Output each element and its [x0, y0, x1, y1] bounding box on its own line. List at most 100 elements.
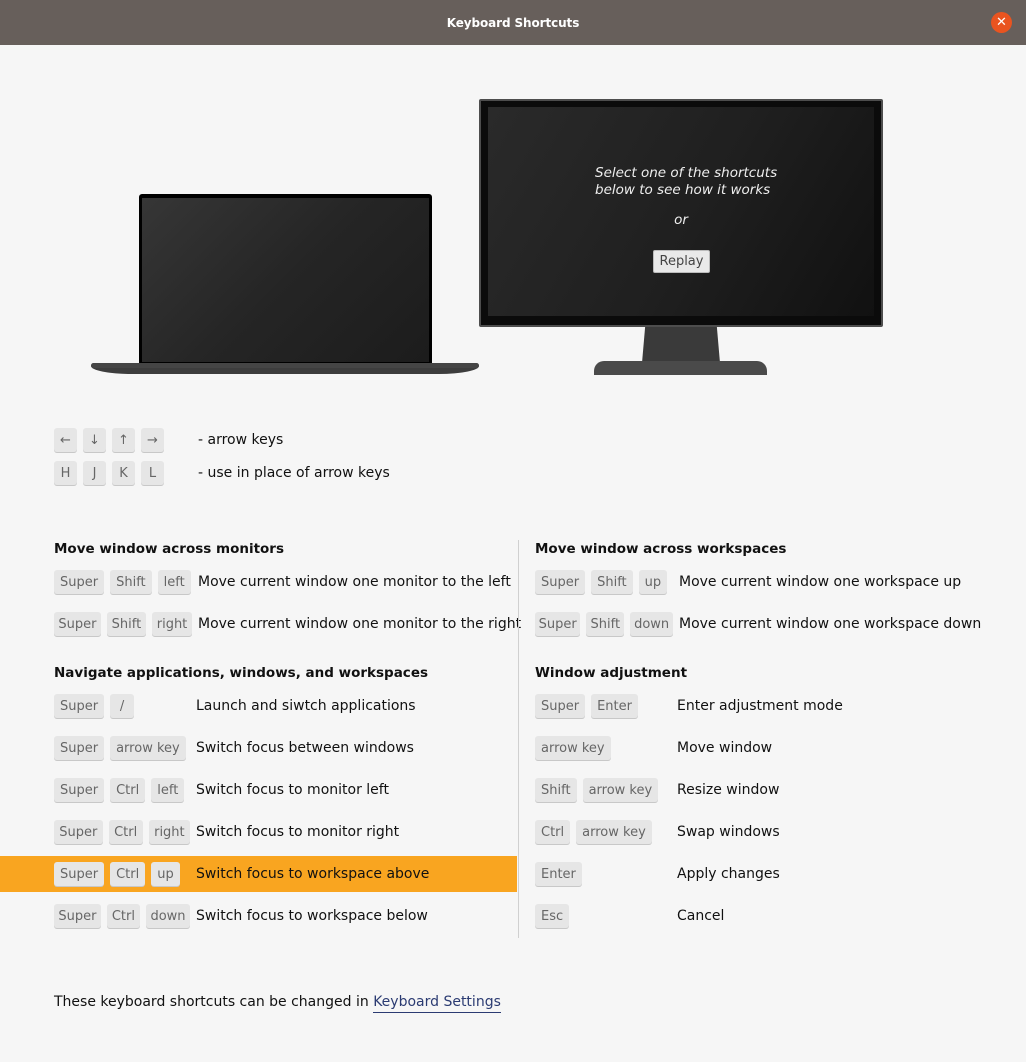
- key-cap: /: [110, 694, 135, 718]
- legend-row-hjkl: H J K L - use in place of arrow keys: [54, 461, 390, 485]
- key-cap: down: [145, 904, 190, 928]
- preview-message-line2: below to see how it works: [595, 182, 771, 198]
- shortcut-keys: Super Shift right: [54, 612, 198, 636]
- section-title: Navigate applications, windows, and work…: [54, 665, 429, 681]
- shortcut-row[interactable]: Enter Apply changes: [519, 856, 1026, 892]
- key-cap: Ctrl: [106, 904, 140, 928]
- laptop-base: [91, 363, 479, 374]
- close-button[interactable]: ✕: [991, 12, 1012, 33]
- shortcut-row[interactable]: Super Shift left Move current window one mo…: [0, 564, 517, 600]
- footer-text: These keyboard shortcuts can be changed …: [54, 994, 374, 1010]
- key-cap: Esc: [535, 904, 570, 928]
- key-legend: ← ↓ ↑ → - arrow keys H J K L - use in pl…: [54, 428, 390, 485]
- shortcut-description: Move window: [677, 740, 773, 756]
- key-down-arrow: ↓: [83, 428, 106, 452]
- key-right-arrow: →: [141, 428, 164, 452]
- key-cap: down: [630, 612, 673, 636]
- key-cap: Ctrl: [110, 862, 146, 886]
- preview-or: or: [674, 212, 688, 228]
- close-icon: ✕: [996, 15, 1007, 30]
- key-h: H: [54, 461, 77, 485]
- legend-row-arrows: ← ↓ ↑ → - arrow keys: [54, 428, 390, 452]
- key-cap: Super: [54, 694, 105, 718]
- shortcut-row[interactable]: Ctrl arrow key Swap windows: [519, 814, 1026, 850]
- shortcut-row[interactable]: Super / Launch and siwtch applications: [0, 688, 517, 724]
- replay-button[interactable]: Replay: [653, 250, 710, 273]
- shortcut-row[interactable]: Super Ctrl down Switch focus to workspace b…: [0, 898, 517, 934]
- key-cap: Super: [54, 736, 105, 760]
- section-title: Move window across workspaces: [535, 541, 787, 557]
- shortcut-description: Move current window one workspace down: [679, 616, 982, 632]
- shortcut-keys: Super Ctrl up: [54, 862, 196, 886]
- monitor-illustration: Select one of the shortcuts below to see…: [479, 99, 883, 327]
- section-adjust: Window adjustment Super Enter Enter adjust…: [519, 664, 1026, 934]
- key-cap: up: [638, 570, 668, 594]
- key-cap: Ctrl: [108, 820, 143, 844]
- shortcut-row[interactable]: Shift arrow key Resize window: [519, 772, 1026, 808]
- section-navigate: Navigate applications, windows, and work…: [0, 664, 517, 934]
- legend-text: - arrow keys: [198, 432, 284, 448]
- shortcut-description: Switch focus to workspace above: [196, 866, 430, 882]
- title-bar: Keyboard Shortcuts ✕: [0, 0, 1026, 45]
- shortcut-description: Swap windows: [677, 824, 780, 840]
- key-cap: Super: [535, 570, 586, 594]
- shortcut-keys: Super arrow key: [54, 736, 196, 760]
- key-cap: Shift: [591, 570, 633, 594]
- key-cap: Shift: [535, 778, 577, 802]
- key-cap: left: [157, 570, 191, 594]
- key-cap: Super: [54, 612, 101, 636]
- shortcut-description: Switch focus to workspace below: [196, 908, 428, 924]
- shortcut-keys: Super Ctrl left: [54, 778, 196, 802]
- shortcut-description: Cancel: [677, 908, 725, 924]
- shortcut-description: Move current window one workspace up: [679, 574, 962, 590]
- preview-message: Select one of the shortcuts below to see…: [595, 165, 777, 199]
- key-cap: Super: [54, 778, 105, 802]
- key-cap: left: [151, 778, 185, 802]
- section-workspaces: Move window across workspaces Super Shift…: [519, 540, 1026, 642]
- key-cap: Super: [535, 612, 581, 636]
- key-cap: Enter: [535, 862, 582, 886]
- shortcut-keys: arrow key: [535, 736, 677, 760]
- key-j: J: [83, 461, 106, 485]
- key-cap: up: [151, 862, 180, 886]
- shortcut-keys: Super Enter: [535, 694, 677, 718]
- section-title: Window adjustment: [535, 665, 688, 681]
- shortcut-row[interactable]: Super Ctrl up Switch focus to workspace abo…: [0, 856, 517, 892]
- monitor-stand-foot: [594, 361, 767, 375]
- shortcut-row[interactable]: Esc Cancel: [519, 898, 1026, 934]
- shortcut-description: Move current window one monitor to the r…: [198, 616, 522, 632]
- shortcut-row[interactable]: Super Shift down Move current window one wo…: [519, 606, 1026, 642]
- shortcut-row[interactable]: Super Shift up Move current window one work…: [519, 564, 1026, 600]
- keyboard-settings-link[interactable]: Keyboard Settings: [373, 994, 501, 1013]
- shortcut-row[interactable]: Super arrow key Switch focus between windo…: [0, 730, 517, 766]
- section-monitors: Move window across monitors Super Shift le…: [0, 540, 521, 642]
- shortcut-keys: Super /: [54, 694, 196, 718]
- monitor-stand-neck: [642, 327, 720, 363]
- key-cap: Ctrl: [110, 778, 146, 802]
- key-cap: arrow key: [582, 778, 659, 802]
- shortcut-description: Resize window: [677, 782, 780, 798]
- shortcut-keys: Ctrl arrow key: [535, 820, 677, 844]
- key-l: L: [141, 461, 164, 485]
- key-cap: Shift: [586, 612, 625, 636]
- shortcut-row[interactable]: Super Ctrl right Switch focus to monitor ri…: [0, 814, 517, 850]
- legend-text: - use in place of arrow keys: [198, 465, 390, 481]
- key-cap: arrow key: [576, 820, 652, 844]
- key-cap: Shift: [110, 570, 152, 594]
- key-cap: arrow key: [535, 736, 611, 760]
- shortcut-row[interactable]: Super Enter Enter adjustment mode: [519, 688, 1026, 724]
- shortcut-description: Switch focus to monitor right: [196, 824, 400, 840]
- shortcut-keys: Super Shift down: [535, 612, 679, 636]
- monitor-screen: Select one of the shortcuts below to see…: [488, 107, 874, 316]
- shortcut-row[interactable]: Super Ctrl left Switch focus to monitor lef…: [0, 772, 517, 808]
- shortcut-description: Launch and siwtch applications: [196, 698, 416, 714]
- key-cap: Super: [535, 694, 586, 718]
- shortcut-row[interactable]: arrow key Move window: [519, 730, 1026, 766]
- shortcut-keys: Super Shift up: [535, 570, 679, 594]
- shortcut-row[interactable]: Super Shift right Move current window one m…: [0, 606, 521, 642]
- key-cap: Super: [54, 570, 105, 594]
- key-cap: Shift: [106, 612, 146, 636]
- right-column: Move window across workspaces Super Shift…: [518, 540, 1026, 938]
- key-cap: Super: [54, 904, 101, 928]
- laptop-screen: [142, 198, 429, 362]
